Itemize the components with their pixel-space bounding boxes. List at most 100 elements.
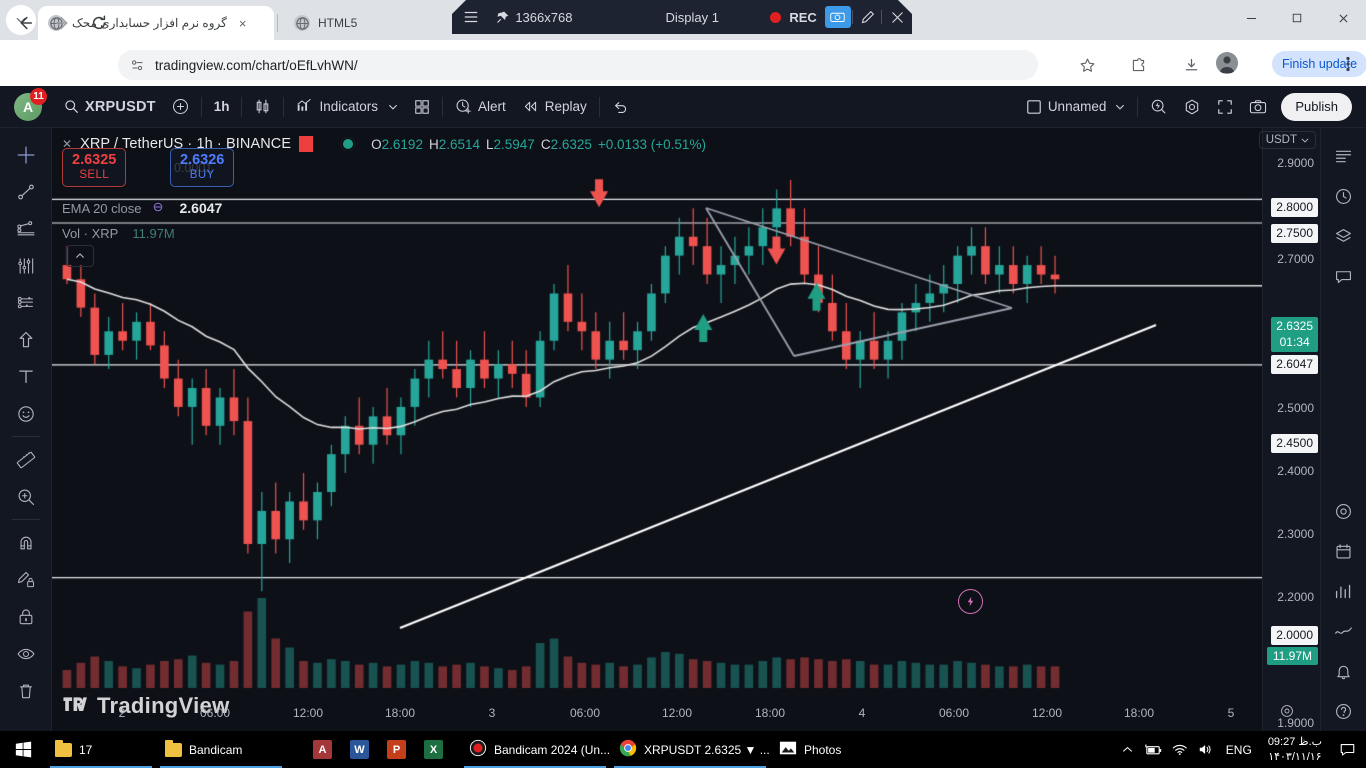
symbol-search-button[interactable]: XRPUSDT <box>56 92 164 122</box>
chart-pane[interactable]: ✕ XRP / TetherUS · 1h · BINANCE O2.6192 … <box>52 128 1320 731</box>
tray-expand-icon[interactable] <box>1116 731 1140 768</box>
window-close-button[interactable] <box>1320 0 1366 36</box>
buy-order-badge[interactable]: 2.6326 BUY <box>170 148 235 187</box>
battery-icon[interactable] <box>1142 731 1166 768</box>
forward-button[interactable] <box>48 8 78 38</box>
volume-icon[interactable] <box>1194 731 1218 768</box>
time-axis[interactable]: 2 06:00 12:00 18:00 3 06:00 12:00 18:00 … <box>52 704 1320 730</box>
hotlist-icon[interactable] <box>1327 216 1361 256</box>
layout-button[interactable]: Unnamed <box>1018 92 1134 122</box>
time-tick: 18:00 <box>754 706 786 720</box>
chart-canvas[interactable] <box>52 128 1320 731</box>
fullscreen-button[interactable] <box>1209 92 1241 122</box>
price-axis[interactable]: USDT 2.9000 2.8000 2.7500 2.7000 2.6325 … <box>1258 128 1320 731</box>
undo-button[interactable] <box>604 92 637 122</box>
tab-close-icon[interactable]: × <box>239 16 247 31</box>
user-avatar[interactable]: A 11 <box>14 87 47 121</box>
study-eye-icon[interactable] <box>152 201 164 216</box>
watchlist-icon[interactable] <box>1327 136 1361 176</box>
bookmark-star-icon[interactable] <box>1073 51 1101 79</box>
study-row-ema[interactable]: EMA 20 close 2.6047 <box>62 200 222 216</box>
time-axis-settings-icon[interactable] <box>1280 704 1294 721</box>
time-tick: 06:00 <box>569 706 601 720</box>
ema-price-label: 2.6047 <box>1271 355 1318 374</box>
snapshot-button[interactable] <box>1241 92 1275 122</box>
replay-label: Replay <box>544 99 587 114</box>
text-icon[interactable] <box>7 358 45 395</box>
price-axis-currency[interactable]: USDT <box>1258 131 1316 149</box>
alert-button[interactable]: Alert <box>447 92 514 122</box>
settings-button[interactable] <box>1175 92 1209 122</box>
broker-icon[interactable] <box>1327 571 1361 611</box>
chat-icon[interactable] <box>1327 256 1361 296</box>
toolbar-divider <box>598 96 600 117</box>
time-tick: 18:00 <box>384 706 416 720</box>
indicator-templates-button[interactable] <box>406 92 438 122</box>
address-bar[interactable]: tradingview.com/chart/oEfLvhWN/ <box>118 50 1038 80</box>
taskbar-item-excel[interactable]: X <box>415 731 452 768</box>
browser-menu-button[interactable] <box>1338 51 1358 77</box>
trend-line-icon[interactable] <box>7 173 45 210</box>
window-maximize-button[interactable] <box>1274 0 1320 36</box>
rec-label: REC <box>789 9 817 25</box>
chart-event-marker-icon[interactable] <box>958 589 983 614</box>
magnet-icon[interactable] <box>7 524 45 561</box>
fib-retracement-icon[interactable] <box>7 247 45 284</box>
replay-button[interactable]: Replay <box>514 92 595 122</box>
publish-button[interactable]: Publish <box>1281 92 1352 121</box>
window-minimize-button[interactable] <box>1228 0 1274 36</box>
hide-drawings-icon[interactable] <box>7 635 45 672</box>
ideas-icon[interactable] <box>1327 491 1361 531</box>
taskbar-item-photos[interactable]: Photos <box>770 731 880 768</box>
toolbar-divider <box>1137 96 1139 117</box>
study-row-volume[interactable]: Vol · XRP 11.97M <box>62 226 175 241</box>
taskbar-item-chrome[interactable]: XRPUSDT 2.6325 ▼ ... <box>610 731 770 768</box>
stay-in-drawing-mode-icon[interactable] <box>7 561 45 598</box>
taskbar-item-bandicam-folder[interactable]: Bandicam <box>156 731 286 768</box>
sell-order-badge[interactable]: 2.6325 SELL <box>62 148 127 187</box>
emoji-icon[interactable] <box>7 395 45 432</box>
windows-taskbar: 17 Bandicam A W P X Bandicam 2024 (Un... <box>0 731 1366 768</box>
gann-box-icon[interactable] <box>7 284 45 321</box>
taskbar-item-powerpoint[interactable]: P <box>378 731 415 768</box>
reload-button[interactable] <box>84 8 114 38</box>
downloads-icon[interactable] <box>1177 51 1205 79</box>
taskbar-item-bandicam[interactable]: Bandicam 2024 (Un... <box>460 731 610 768</box>
language-indicator[interactable]: ENG <box>1220 743 1258 757</box>
remove-drawings-icon[interactable] <box>7 672 45 709</box>
taskbar-item-folder-17[interactable]: 17 <box>46 731 156 768</box>
pencil-icon[interactable] <box>853 0 881 34</box>
ohlc-c-value: 2.6325 <box>550 136 592 152</box>
ohlc-change: +0.0133 (+0.51%) <box>597 136 706 152</box>
data-window-icon[interactable] <box>1327 611 1361 651</box>
browser-tab-1[interactable]: HTML5 <box>284 6 404 40</box>
crosshair-icon[interactable] <box>7 136 45 173</box>
windows-icon[interactable] <box>0 731 46 768</box>
taskbar-clock[interactable]: 09:27 ب.ظ ۱۴۰۳/۱۱/۱۶ <box>1260 735 1330 764</box>
arrow-up-icon[interactable] <box>7 321 45 358</box>
indicators-button[interactable]: Indicators <box>288 92 406 122</box>
pitchfork-icon[interactable] <box>7 210 45 247</box>
zoom-in-icon[interactable] <box>7 478 45 515</box>
extensions-icon[interactable] <box>1124 51 1152 79</box>
pin-icon[interactable] <box>489 0 515 34</box>
calendar-icon[interactable] <box>1327 531 1361 571</box>
taskbar-item-access[interactable]: A <box>304 731 341 768</box>
alerts-icon[interactable] <box>1327 176 1361 216</box>
action-center-icon[interactable] <box>1332 731 1362 768</box>
avatar[interactable] <box>1216 52 1238 74</box>
legend-collapse-button[interactable] <box>66 245 94 267</box>
interval-button[interactable]: 1h <box>206 92 238 122</box>
quick-search-button[interactable] <box>1142 92 1175 122</box>
lock-drawings-icon[interactable] <box>7 598 45 635</box>
taskbar-item-word[interactable]: W <box>341 731 378 768</box>
measure-icon[interactable] <box>7 441 45 478</box>
chart-type-button[interactable] <box>246 92 279 122</box>
camera-icon[interactable] <box>823 0 853 34</box>
time-tick: 06:00 <box>199 706 231 720</box>
help-icon[interactable] <box>1327 691 1361 731</box>
wifi-icon[interactable] <box>1168 731 1192 768</box>
notifications-icon[interactable] <box>1327 651 1361 691</box>
add-symbol-button[interactable] <box>164 92 197 122</box>
back-button[interactable] <box>10 8 40 38</box>
